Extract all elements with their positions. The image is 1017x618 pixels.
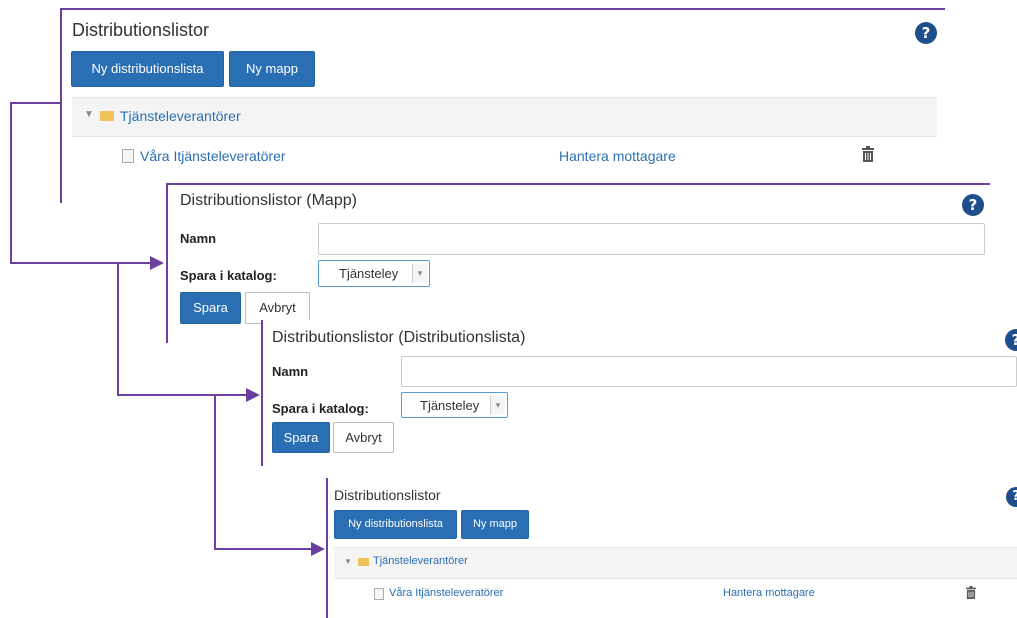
catalog-label: Spara i katalog: xyxy=(272,401,369,416)
arrowhead xyxy=(246,388,260,402)
name-label: Namn xyxy=(272,364,309,379)
folder-row[interactable]: ▼ Tjänsteleverantörer xyxy=(334,547,1017,579)
triangle-down-icon[interactable]: ▼ xyxy=(344,557,352,566)
document-icon xyxy=(374,588,384,600)
panel-border xyxy=(60,8,62,203)
item-name-link[interactable]: Våra Itjänsteleveratörer xyxy=(140,148,286,164)
name-input[interactable] xyxy=(318,223,985,255)
catalog-select-value: Tjänsteley xyxy=(339,266,399,281)
document-icon xyxy=(122,149,134,163)
form-title: Distributionslistor (Mapp) xyxy=(180,192,357,209)
manage-recipients-link[interactable]: Hantera mottagare xyxy=(723,587,815,599)
help-icon[interactable]: ? xyxy=(1006,487,1017,507)
folder-icon xyxy=(358,558,369,566)
panel-border xyxy=(326,478,328,618)
new-folder-button[interactable]: Ny mapp xyxy=(461,510,529,539)
save-button[interactable]: Spara xyxy=(180,292,241,324)
folder-icon xyxy=(100,111,114,121)
catalog-select[interactable]: Tjänsteley ▾ xyxy=(318,260,430,287)
distribution-lists-panel: Distributionslistor ? Ny distributionsli… xyxy=(60,8,945,203)
catalog-label: Spara i katalog: xyxy=(180,268,277,283)
help-icon[interactable]: ? xyxy=(962,194,984,216)
list-form-panel: Distributionslistor (Distributionslista)… xyxy=(261,320,1017,466)
folder-form-panel: Distributionslistor (Mapp) ? Namn Spara … xyxy=(166,183,990,343)
help-icon[interactable]: ? xyxy=(915,22,937,44)
arrowhead xyxy=(150,256,164,270)
panel-border xyxy=(166,183,168,343)
form-title: Distributionslistor (Distributionslista) xyxy=(272,329,526,346)
name-input[interactable] xyxy=(401,356,1017,387)
chevron-down-icon[interactable]: ▾ xyxy=(412,264,427,283)
folder-name-link[interactable]: Tjänsteleverantörer xyxy=(373,555,468,567)
catalog-select[interactable]: Tjänsteley ▾ xyxy=(401,392,508,418)
list-item: Våra Itjänsteleveratörer Hantera mottaga… xyxy=(72,141,937,171)
triangle-down-icon[interactable]: ▼ xyxy=(84,109,94,120)
panel-border-top xyxy=(60,8,945,10)
trash-icon[interactable] xyxy=(966,586,976,599)
item-name-link[interactable]: Våra Itjänsteleveratörer xyxy=(389,587,503,599)
help-icon[interactable]: ? xyxy=(1005,329,1017,351)
cancel-button[interactable]: Avbryt xyxy=(333,422,394,453)
new-folder-button[interactable]: Ny mapp xyxy=(229,51,315,87)
panel-border xyxy=(261,320,263,466)
distribution-lists-panel-result: Distributionslistor ? Ny distributionsli… xyxy=(326,478,1017,618)
list-item: Våra Itjänsteleveratörer Hantera mottaga… xyxy=(334,582,1017,606)
name-label: Namn xyxy=(180,231,217,246)
save-button[interactable]: Spara xyxy=(272,422,330,453)
folder-row[interactable]: ▼ Tjänsteleverantörer xyxy=(72,97,937,137)
arrowhead xyxy=(311,542,325,556)
new-distribution-list-button[interactable]: Ny distributionslista xyxy=(334,510,457,539)
chevron-down-icon[interactable]: ▾ xyxy=(490,396,505,414)
new-distribution-list-button[interactable]: Ny distributionslista xyxy=(71,51,224,87)
page-title: Distributionslistor xyxy=(334,487,441,503)
catalog-select-value: Tjänsteley xyxy=(420,398,480,413)
page-title: Distributionslistor xyxy=(72,20,210,40)
trash-icon[interactable] xyxy=(862,146,874,162)
folder-name-link[interactable]: Tjänsteleverantörer xyxy=(120,108,241,124)
manage-recipients-link[interactable]: Hantera mottagare xyxy=(559,148,676,164)
panel-border-top xyxy=(166,183,990,185)
